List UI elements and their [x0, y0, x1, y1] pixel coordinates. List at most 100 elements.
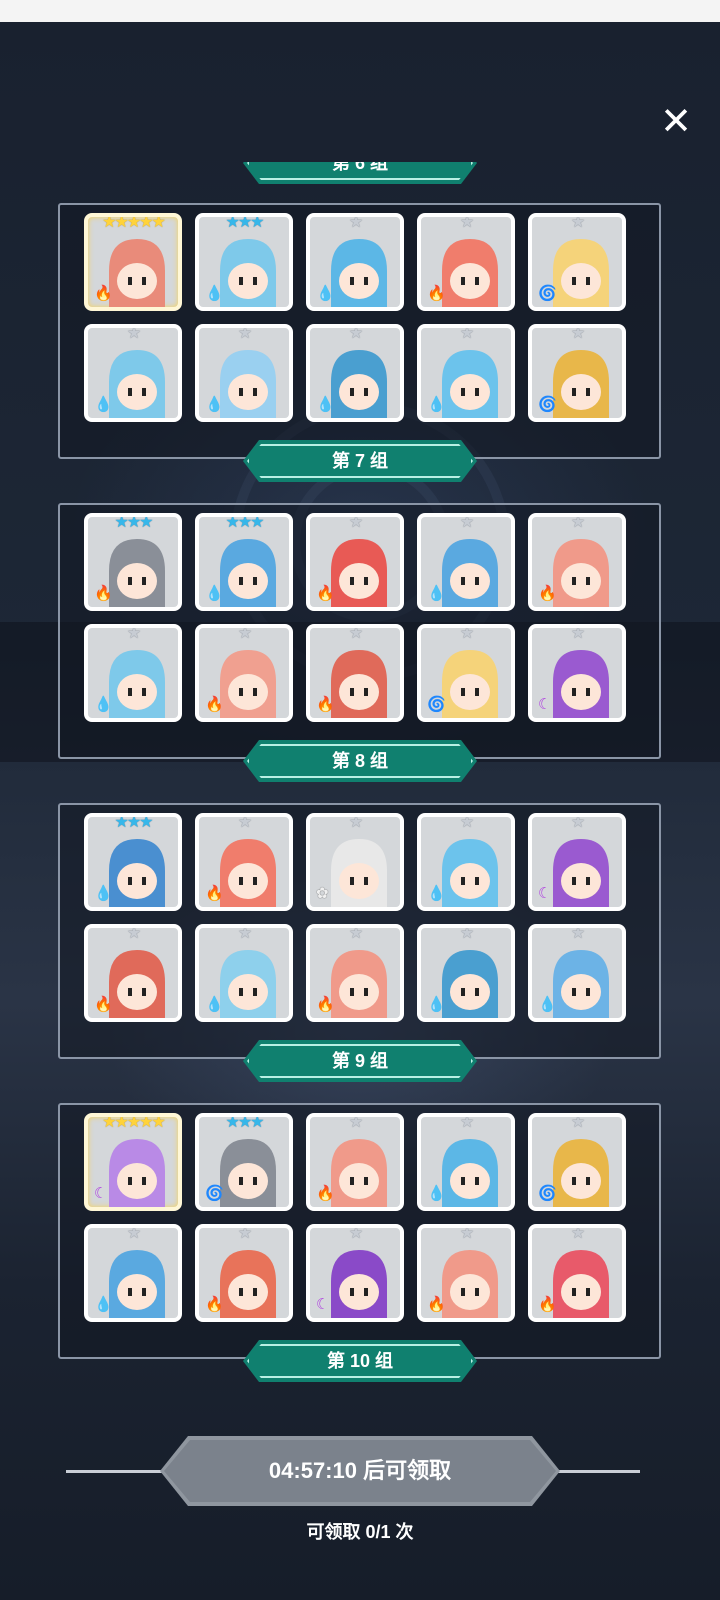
group-panel: ★★★★★ ☾ ★★★ 🌀 ★ 🔥 ★ 💧 ★ 🌀 ★ 💧 ★ 🔥 ★ ☾ ★ 🔥 ★ 🔥 [58, 1103, 661, 1359]
fire-element-icon: 🔥 [94, 585, 113, 602]
fire-element-icon: 🔥 [94, 285, 113, 302]
fire-element-icon: 🔥 [94, 996, 113, 1013]
light-element-icon: ✿ [316, 885, 329, 902]
wind-element-icon: 🌀 [538, 1185, 557, 1202]
hero-card[interactable]: ★★★ 🌀 [195, 1113, 293, 1211]
hero-card[interactable]: ★ 💧 [84, 324, 182, 422]
hero-card[interactable]: ★ 🔥 [306, 1113, 404, 1211]
star-rating: ★ [237, 814, 252, 831]
claim-count: 可领取 0/1 次 [306, 1522, 414, 1542]
star-rating: ★ [459, 325, 474, 342]
hero-card[interactable]: ★ 🌀 [417, 624, 515, 722]
water-element-icon: 💧 [427, 585, 446, 602]
hero-card[interactable]: ★ 🔥 [195, 813, 293, 911]
star-rating: ★ [126, 1225, 141, 1242]
hero-card[interactable]: ★ 🔥 [306, 624, 404, 722]
close-button[interactable]: ✕ [658, 103, 694, 141]
star-rating: ★ [459, 514, 474, 531]
star-rating: ★ [348, 1225, 363, 1242]
dark-element-icon: ☾ [538, 696, 552, 713]
fire-element-icon: 🔥 [205, 696, 224, 713]
star-rating: ★ [570, 625, 585, 642]
star-rating: ★ [126, 625, 141, 642]
star-rating: ★ [570, 814, 585, 831]
star-rating: ★ [348, 814, 363, 831]
hero-card[interactable]: ★ ✿ [306, 813, 404, 911]
star-rating: ★★★ [114, 814, 153, 831]
hero-card[interactable]: ★ 💧 [417, 513, 515, 611]
hero-card[interactable]: ★ 🔥 [195, 1224, 293, 1322]
group-label: 第 9 组 [243, 1040, 477, 1082]
hero-card[interactable]: ★ 🔥 [84, 924, 182, 1022]
water-element-icon: 💧 [427, 396, 446, 413]
star-rating: ★ [459, 925, 474, 942]
fire-element-icon: 🔥 [316, 996, 335, 1013]
hero-card[interactable]: ★★★ 💧 [195, 513, 293, 611]
water-element-icon: 💧 [205, 996, 224, 1013]
water-element-icon: 💧 [316, 285, 335, 302]
star-rating: ★ [459, 625, 474, 642]
hero-portrait-icon [331, 1250, 387, 1318]
hero-card[interactable]: ★ 💧 [195, 924, 293, 1022]
hero-card[interactable]: ★ 💧 [417, 924, 515, 1022]
star-rating: ★ [237, 325, 252, 342]
fire-element-icon: 🔥 [316, 1185, 335, 1202]
hero-card[interactable]: ★ 🔥 [306, 513, 404, 611]
water-element-icon: 💧 [427, 996, 446, 1013]
hero-card[interactable]: ★ 🔥 [417, 1224, 515, 1322]
star-rating: ★ [570, 1225, 585, 1242]
wind-element-icon: 🌀 [538, 285, 557, 302]
hero-card[interactable]: ★ 🔥 [195, 624, 293, 722]
water-element-icon: 💧 [205, 285, 224, 302]
hero-card[interactable]: ★ 💧 [417, 1113, 515, 1211]
dark-element-icon: ☾ [316, 1296, 330, 1313]
divider-right [554, 1470, 640, 1473]
hero-card[interactable]: ★ 💧 [417, 813, 515, 911]
hero-card[interactable]: ★ 🌀 [528, 324, 626, 422]
group-label: 第 7 组 [243, 440, 477, 482]
hero-card[interactable]: ★ ☾ [306, 1224, 404, 1322]
fire-element-icon: 🔥 [427, 285, 446, 302]
hero-card[interactable]: ★★★ 🔥 [84, 513, 182, 611]
star-rating: ★ [126, 925, 141, 942]
hero-card[interactable]: ★ 🌀 [528, 1113, 626, 1211]
water-element-icon: 💧 [538, 996, 557, 1013]
hero-card[interactable]: ★ 💧 [528, 924, 626, 1022]
hero-card[interactable]: ★ 💧 [417, 324, 515, 422]
star-rating: ★★★ [114, 514, 153, 531]
star-rating: ★ [348, 625, 363, 642]
hero-portrait-icon [331, 839, 387, 907]
group-6-ribbon-partial: 第 6 组 [243, 162, 477, 184]
water-element-icon: 💧 [94, 696, 113, 713]
star-rating: ★ [348, 1114, 363, 1131]
hero-card[interactable]: ★ 💧 [306, 324, 404, 422]
hero-card[interactable]: ★ 🔥 [417, 213, 515, 311]
hero-card[interactable]: ★ ☾ [528, 624, 626, 722]
star-rating: ★ [459, 214, 474, 231]
claim-button[interactable]: 04:57:10 后可领取 [160, 1436, 560, 1506]
hero-card[interactable]: ★ 🔥 [528, 513, 626, 611]
water-element-icon: 💧 [94, 396, 113, 413]
hero-card[interactable]: ★ 💧 [84, 624, 182, 722]
hero-card[interactable]: ★ 🔥 [528, 1224, 626, 1322]
hero-card[interactable]: ★ ☾ [528, 813, 626, 911]
hero-card[interactable]: ★★★★★ ☾ [84, 1113, 182, 1211]
star-rating: ★ [570, 214, 585, 231]
water-element-icon: 💧 [205, 396, 224, 413]
wind-element-icon: 🌀 [427, 696, 446, 713]
star-rating: ★ [570, 925, 585, 942]
star-rating: ★ [459, 1114, 474, 1131]
hero-card[interactable]: ★ 💧 [84, 1224, 182, 1322]
hero-card[interactable]: ★ 🌀 [528, 213, 626, 311]
hero-card[interactable]: ★ 💧 [195, 324, 293, 422]
water-element-icon: 💧 [94, 885, 113, 902]
hero-card[interactable]: ★★★ 💧 [84, 813, 182, 911]
hero-card[interactable]: ★★★ 💧 [195, 213, 293, 311]
hero-card[interactable]: ★★★★★ 🔥 [84, 213, 182, 311]
hero-card[interactable]: ★ 🔥 [306, 924, 404, 1022]
hero-card[interactable]: ★ 💧 [306, 213, 404, 311]
star-rating: ★ [237, 925, 252, 942]
water-element-icon: 💧 [94, 1296, 113, 1313]
star-rating: ★★★ [225, 514, 264, 531]
star-rating: ★★★★★ [102, 214, 166, 231]
